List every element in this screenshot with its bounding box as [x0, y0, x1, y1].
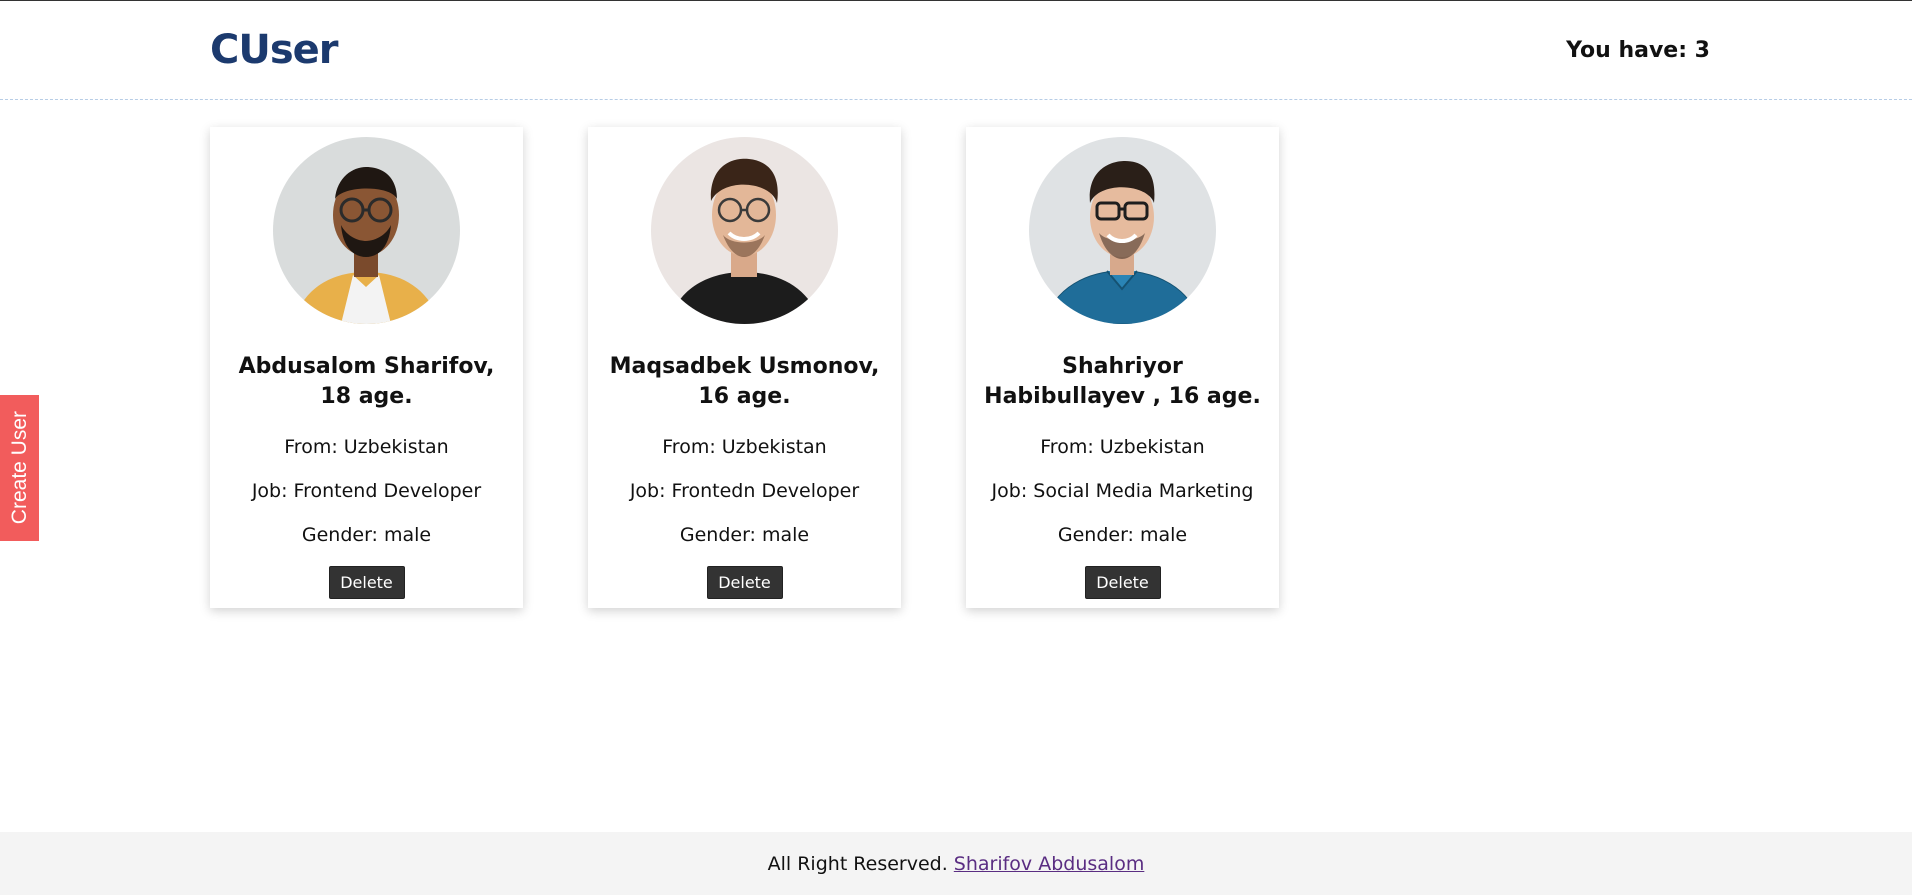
- user-country: From: Uzbekistan: [1040, 436, 1205, 458]
- delete-user-button[interactable]: Delete: [1084, 566, 1161, 599]
- user-gender: Gender: male: [1057, 524, 1188, 546]
- footer-author-link[interactable]: Sharifov Abdusalom: [954, 853, 1145, 875]
- footer-text: All Right Reserved.: [767, 852, 948, 875]
- create-user-label: Create User: [7, 411, 31, 525]
- user-name: Shahriyor Habibullayev , 16 age.: [984, 354, 1261, 409]
- user-card: Maqsadbek Usmonov, 16 age. From: Uzbekis…: [588, 127, 901, 608]
- user-avatar: [273, 137, 460, 324]
- user-avatar: [651, 137, 838, 324]
- page-header: CUser You have: 3: [0, 1, 1912, 100]
- user-gender: Gender: male: [301, 524, 432, 546]
- user-name: Maqsadbek Usmonov, 16 age.: [609, 354, 880, 409]
- user-country: From: Uzbekistan: [284, 436, 449, 458]
- delete-user-button[interactable]: Delete: [328, 566, 405, 599]
- create-user-button[interactable]: Create User: [0, 395, 39, 541]
- user-card-list: Abdusalom Sharifov, 18 age. From: Uzbeki…: [210, 127, 1279, 608]
- delete-user-button[interactable]: Delete: [706, 566, 783, 599]
- user-job: Job: Frontedn Developer: [629, 480, 860, 502]
- user-job: Job: Frontend Developer: [251, 480, 482, 502]
- user-job: Job: Social Media Marketing: [991, 480, 1254, 502]
- user-count: You have: 3: [1566, 38, 1710, 63]
- user-avatar: [1029, 137, 1216, 324]
- site-logo[interactable]: CUser: [210, 25, 338, 75]
- page-footer: All Right Reserved. Sharifov Abdusalom: [0, 832, 1912, 895]
- user-card: Shahriyor Habibullayev , 16 age. From: U…: [966, 127, 1279, 608]
- user-gender: Gender: male: [679, 524, 810, 546]
- user-country: From: Uzbekistan: [662, 436, 827, 458]
- user-name: Abdusalom Sharifov, 18 age.: [238, 354, 495, 409]
- user-card: Abdusalom Sharifov, 18 age. From: Uzbeki…: [210, 127, 523, 608]
